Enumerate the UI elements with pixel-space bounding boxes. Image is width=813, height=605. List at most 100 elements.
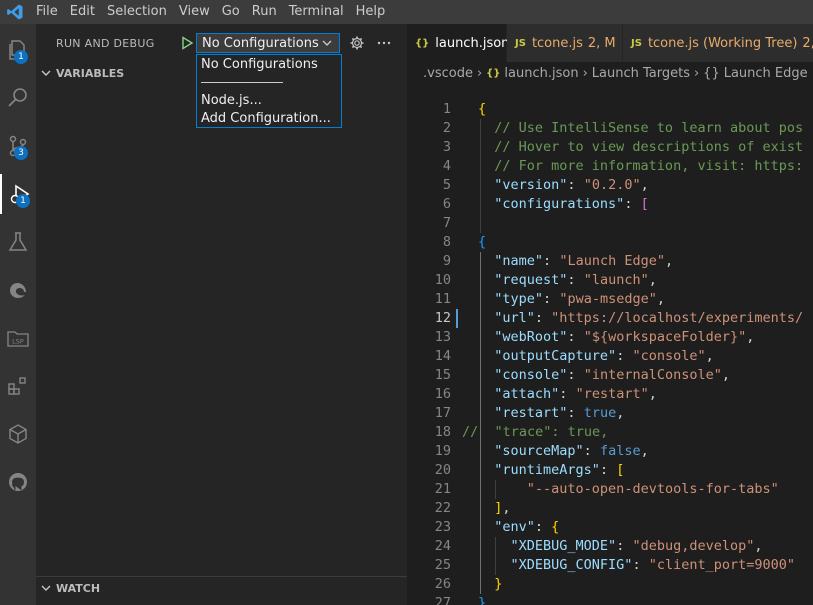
tab-badge: 2, M	[802, 35, 813, 51]
scm-activity[interactable]: 3	[0, 126, 36, 166]
sidebar-title: RUN AND DEBUG	[56, 36, 155, 50]
dropdown-item-add-configuration[interactable]: Add Configuration...	[201, 111, 331, 126]
line-number: 4	[442, 158, 451, 174]
code-line: 14 "outputCapture": "console",	[407, 347, 813, 366]
lsp-activity[interactable]: LSP	[0, 318, 36, 358]
tab-tcone-js-working-tree[interactable]: JS tcone.js (Working Tree) 2, M	[623, 24, 813, 62]
edge-activity[interactable]	[0, 270, 36, 310]
code-text: }	[494, 576, 503, 592]
code-text: "url": "https://localhost/experiments/	[494, 310, 804, 326]
remote-activity[interactable]	[0, 414, 36, 454]
code-editor[interactable]: 1{2 // Use IntelliSense to learn about p…	[407, 100, 813, 605]
line-number: 8	[442, 234, 451, 250]
code-text: "sourceMap": false,	[494, 443, 649, 459]
code-text: "version": "0.2.0",	[494, 177, 649, 193]
menu-edit[interactable]: Edit	[64, 0, 101, 24]
tab-launch-json[interactable]: {} launch.json	[407, 24, 509, 62]
code-text: "name": "Launch Edge",	[494, 253, 674, 269]
code-line: 24 "XDEBUG_MODE": "debug,develop",	[407, 537, 813, 556]
dropdown-item-no-configurations[interactable]: No Configurations	[201, 57, 318, 72]
menu-run[interactable]: Run	[246, 0, 283, 24]
line-number: 25	[434, 557, 451, 573]
tab-tcone-js[interactable]: JS tcone.js 2, M	[507, 24, 622, 62]
more-actions-icon[interactable]	[376, 35, 392, 51]
js-file-icon: JS	[631, 37, 642, 49]
watch-section-title: WATCH	[56, 581, 101, 595]
configuration-select[interactable]: No Configurations	[196, 33, 340, 53]
breadcrumb-item[interactable]: launch.json	[504, 66, 578, 81]
tab-label: tcone.js (Working Tree)	[647, 35, 798, 51]
line-number: 26	[434, 576, 451, 592]
code-line: 19 "sourceMap": false,	[407, 442, 813, 461]
extensions-activity[interactable]	[0, 366, 36, 406]
line-number: 10	[434, 272, 451, 288]
editor-tabs: {} launch.json JS tcone.js 2, M JS tcone…	[407, 24, 813, 62]
code-text: // "trace": true,	[462, 424, 609, 440]
tab-label: tcone.js	[531, 35, 583, 51]
gear-icon[interactable]	[349, 35, 365, 51]
code-text: "XDEBUG_CONFIG": "client_port=9000"	[510, 557, 796, 573]
tab-badge: 2, M	[587, 35, 616, 51]
explorer-activity[interactable]: 1	[0, 30, 36, 70]
code-text: "configurations": [	[494, 196, 649, 212]
code-text: ],	[494, 500, 511, 516]
js-file-icon: JS	[515, 37, 526, 49]
line-number: 6	[442, 196, 451, 212]
menu-go[interactable]: Go	[216, 0, 246, 24]
code-line: 8{	[407, 233, 813, 252]
code-text: "runtimeArgs": [	[494, 462, 625, 478]
dropdown-item-nodejs[interactable]: Node.js...	[201, 93, 262, 108]
breadcrumb-item[interactable]: .vscode	[423, 66, 473, 81]
watch-section-header[interactable]: WATCH	[36, 576, 407, 599]
line-number: 1	[442, 101, 451, 117]
github-activity[interactable]	[0, 462, 36, 502]
breadcrumb-object-icon: {}	[703, 65, 720, 81]
code-line: 27}	[407, 594, 813, 605]
variables-section-title: VARIABLES	[56, 66, 125, 80]
menu-bar: File Edit Selection View Go Run Terminal…	[0, 0, 813, 24]
code-line: 17 "restart": true,	[407, 404, 813, 423]
line-number: 18	[434, 424, 451, 440]
menu-file[interactable]: File	[30, 0, 64, 24]
code-line: 1{	[407, 100, 813, 119]
code-line: 18 // "trace": true,	[407, 423, 813, 442]
indent-guide	[480, 252, 481, 594]
menu-help[interactable]: Help	[350, 0, 392, 24]
code-text: "XDEBUG_MODE": "debug,develop",	[510, 538, 763, 554]
line-number: 3	[442, 139, 451, 155]
indent-guide	[495, 537, 496, 575]
code-line: 11 "type": "pwa-msedge",	[407, 290, 813, 309]
line-number: 2	[442, 120, 451, 136]
search-activity[interactable]	[0, 78, 36, 118]
code-text: }	[478, 595, 487, 605]
line-number: 11	[434, 291, 451, 307]
debug-badge: 1	[16, 194, 30, 208]
code-text: {	[478, 234, 487, 250]
search-icon	[8, 88, 27, 107]
breadcrumb-item[interactable]: Launch Targets	[592, 66, 690, 81]
scm-badge: 3	[14, 146, 28, 160]
line-number: 14	[434, 348, 451, 364]
line-number: 16	[434, 386, 451, 402]
breadcrumb-item[interactable]: Launch Edge	[724, 66, 808, 81]
code-text: "env": {	[494, 519, 560, 535]
cube-icon	[9, 424, 27, 444]
svg-text:LSP: LSP	[12, 338, 24, 346]
code-line: 6 "configurations": [	[407, 195, 813, 214]
menu-view[interactable]: View	[173, 0, 216, 24]
line-number: 5	[442, 177, 451, 193]
line-number: 27	[434, 595, 451, 605]
menu-terminal[interactable]: Terminal	[283, 0, 350, 24]
testing-activity[interactable]	[0, 222, 36, 262]
line-number: 23	[434, 519, 451, 535]
code-line: 23 "env": {	[407, 518, 813, 537]
debug-activity[interactable]: 1	[0, 174, 38, 214]
configuration-dropdown: No Configurations Node.js... Add Configu…	[196, 54, 342, 128]
start-debugging-icon[interactable]	[179, 35, 195, 51]
lsp-folder-icon: LSP	[7, 331, 29, 347]
code-text: // Hover to view descriptions of exist	[478, 139, 804, 155]
activity-bar: 1 3 1 LSP	[0, 24, 36, 605]
indent-guide	[495, 480, 496, 499]
menu-selection[interactable]: Selection	[101, 0, 173, 24]
code-line: 5 "version": "0.2.0",	[407, 176, 813, 195]
